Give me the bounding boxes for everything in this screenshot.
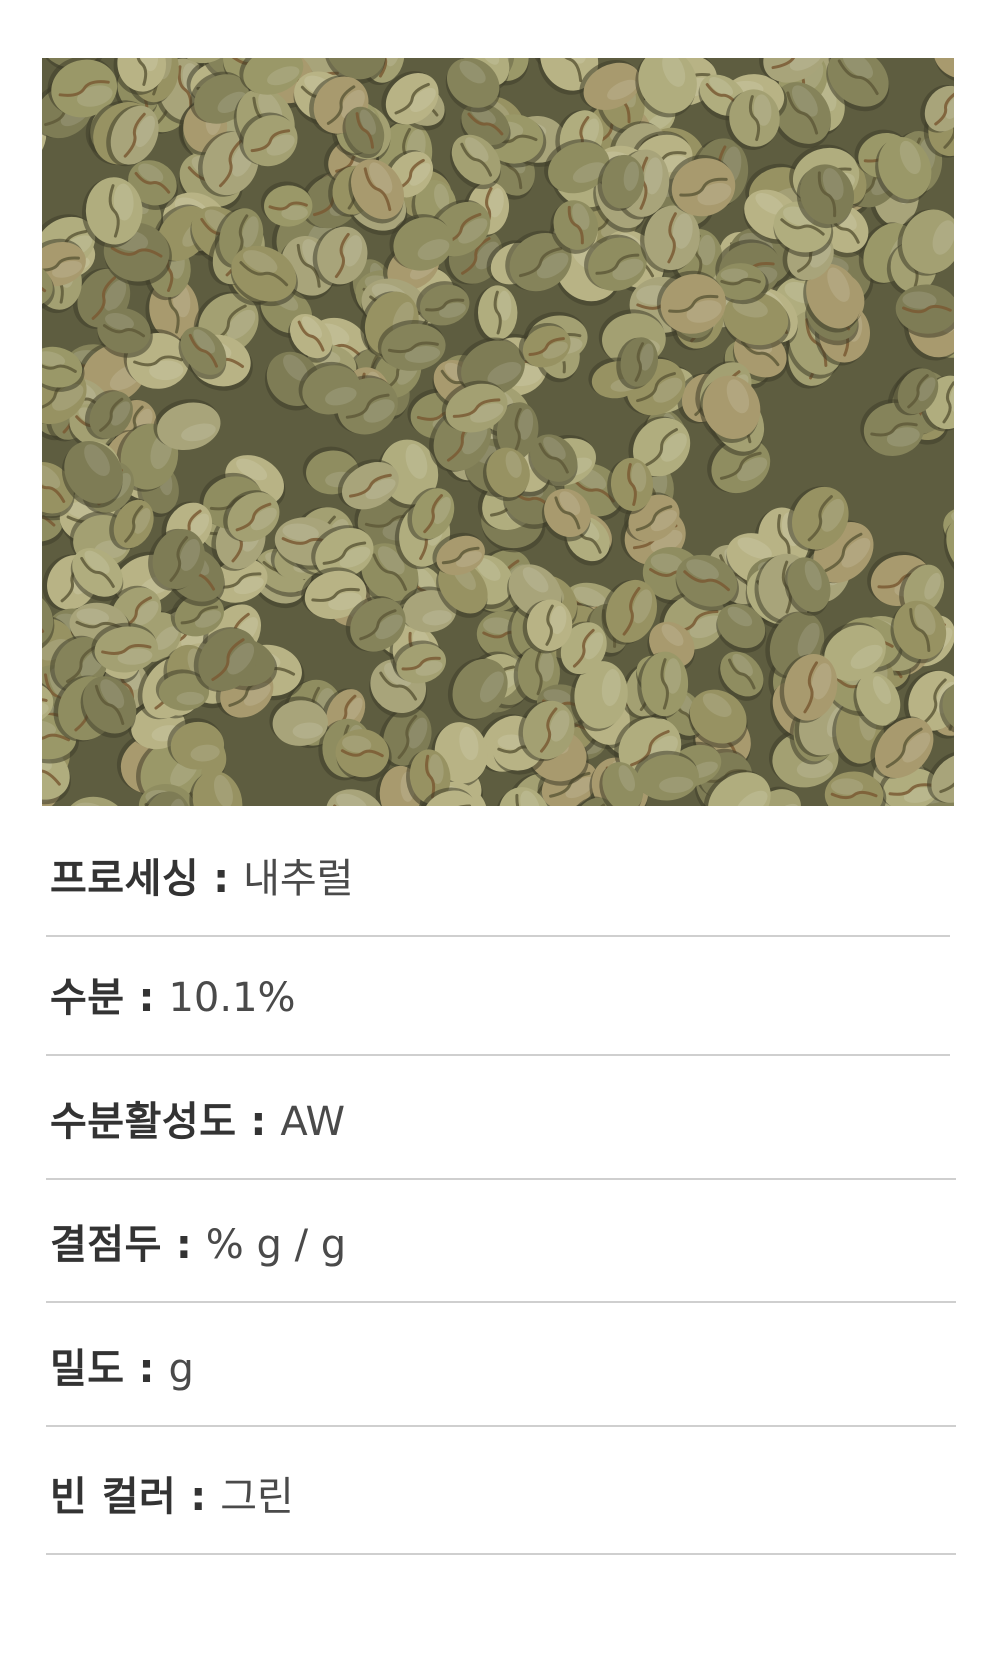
spec-label: 결점두 [50, 1222, 162, 1268]
spec-row-water-activity: 수분활성도 : AW [46, 1055, 956, 1180]
spec-value: % g / g [205, 1222, 347, 1268]
spec-separator: : [161, 1222, 206, 1268]
spec-separator: : [124, 1346, 169, 1392]
spec-separator: : [199, 856, 244, 902]
spec-label: 밀도 [50, 1346, 125, 1392]
spec-label: 빈 컬러 [50, 1474, 177, 1520]
spec-value: AW [280, 1099, 346, 1145]
spec-row-moisture: 수분 : 10.1% [46, 931, 950, 1056]
divider [46, 1425, 956, 1427]
spec-value: 그린 [220, 1474, 294, 1520]
spec-label: 프로세싱 [50, 856, 200, 902]
spec-row-processing: 프로세싱 : 내추럴 [46, 812, 950, 937]
spec-value: g [168, 1346, 194, 1392]
spec-row-defects: 결점두 : % g / g [46, 1178, 956, 1303]
spec-value: 10.1% [168, 975, 296, 1021]
spec-label: 수분 [50, 975, 125, 1021]
spec-separator: : [124, 975, 169, 1021]
spec-separator: : [176, 1474, 221, 1520]
spec-value: 내추럴 [243, 856, 354, 902]
spec-row-density: 밀도 : g [46, 1302, 956, 1427]
spec-separator: : [236, 1099, 281, 1145]
spec-row-bean-color: 빈 컬러 : 그린 [46, 1430, 956, 1555]
divider [46, 1553, 956, 1555]
bean-spec-list: 프로세싱 : 내추럴 수분 : 10.1% 수분활성도 : AW 결점두 : %… [0, 0, 1000, 1665]
spec-label: 수분활성도 [50, 1099, 237, 1145]
